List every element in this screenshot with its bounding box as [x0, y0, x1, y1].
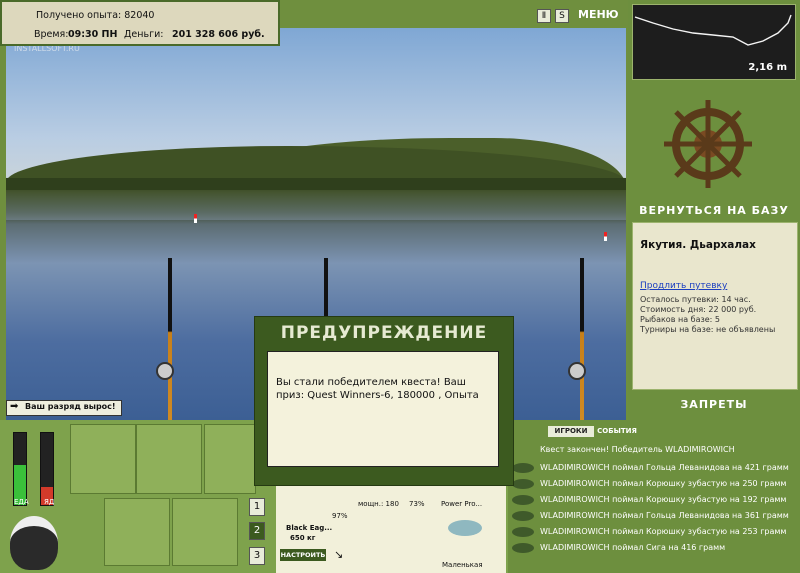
- rod-weight: 650 кг: [290, 534, 316, 542]
- money-value: 201 328 606 руб.: [172, 29, 265, 40]
- lure-name: Power Pro...: [441, 500, 483, 508]
- log-entry: WLADIMIROWICH поймал Корюшку зубастую на…: [540, 527, 787, 536]
- fishing-rod-right[interactable]: [580, 258, 584, 420]
- tackle-box-slot[interactable]: [70, 424, 136, 494]
- poison-meter: [40, 432, 54, 506]
- ship-wheel-icon[interactable]: [660, 96, 756, 192]
- log-entry: WLADIMIROWICH поймал Корюшку зубастую на…: [540, 495, 787, 504]
- extend-trip-link[interactable]: Продлить путевку: [640, 281, 727, 291]
- fishing-rod-left[interactable]: [168, 258, 172, 420]
- back-to-base-button[interactable]: ВЕРНУТЬСЯ НА БАЗУ: [630, 204, 798, 217]
- list-item: WLADIMIROWICH поймал Корюшку зубастую на…: [510, 524, 798, 540]
- float-left: [194, 214, 197, 223]
- setup-button-label: НАСТРОИТЬ: [280, 551, 326, 559]
- dialog-message: Вы стали победителем квеста! Ваш приз: Q…: [276, 377, 479, 401]
- events-list[interactable]: Квест закончен! Победитель WLADIMIROWICH…: [510, 440, 798, 570]
- page-1-button[interactable]: 1: [249, 498, 265, 516]
- float-right: [604, 232, 607, 241]
- net-slot[interactable]: [204, 424, 256, 494]
- tab-events[interactable]: СОБЫТИЯ: [596, 426, 638, 437]
- info-line: Турниры на базе: не объявлены: [640, 325, 776, 334]
- rod-name: Black Eag...: [286, 524, 333, 532]
- list-item: WLADIMIROWICH поймал Корюшку зубастую на…: [510, 476, 798, 492]
- player-stats-panel: Получено опыта: 82040 Время: 09:30 ПН Де…: [0, 0, 280, 46]
- list-item: WLADIMIROWICH поймал Сига на 416 грамм: [510, 540, 798, 556]
- log-entry: WLADIMIROWICH поймал Гольца Леванидова н…: [540, 463, 789, 472]
- time-label: Время:: [34, 29, 69, 40]
- tab-players[interactable]: ИГРОКИ: [548, 426, 594, 437]
- log-entry: WLADIMIROWICH поймал Сига на 416 грамм: [540, 543, 726, 552]
- food-label: ЕДА: [14, 498, 29, 506]
- dialog-body: Вы стали победителем квеста! Ваш приз: Q…: [267, 351, 499, 467]
- list-item: WLADIMIROWICH поймал Гольца Леванидова н…: [510, 508, 798, 524]
- location-info: Якутия. Дьархалах Продлить путевку Остал…: [632, 222, 798, 390]
- log-entry: WLADIMIROWICH поймал Гольца Леванидова н…: [540, 511, 789, 520]
- list-item: WLADIMIROWICH поймал Корюшку зубастую на…: [510, 492, 798, 508]
- fish-icon: [512, 495, 534, 505]
- arrow-right-icon: ➡: [10, 401, 19, 412]
- depth-map: 2,16 m: [632, 4, 796, 80]
- bans-button[interactable]: ЗАПРЕТЫ: [630, 398, 798, 411]
- list-item: Квест закончен! Победитель WLADIMIROWICH: [510, 442, 798, 458]
- arrow-icon[interactable]: ↘: [334, 548, 343, 561]
- money-label: Деньги:: [124, 29, 164, 40]
- pause-icon[interactable]: Ⅱ: [537, 9, 551, 23]
- reel-left-icon: [156, 362, 174, 380]
- cauldron-icon[interactable]: [10, 516, 58, 570]
- reel-percent: 73%: [409, 500, 425, 508]
- info-line: Рыбаков на базе: 5: [640, 315, 720, 324]
- info-line: Стоимость дня: 22 000 руб.: [640, 305, 757, 314]
- tree-line: [6, 178, 626, 190]
- rank-up-notice[interactable]: ➡ Ваш разряд вырос!: [6, 400, 122, 416]
- rank-up-text: Ваш разряд вырос!: [25, 402, 116, 411]
- depth-value: 2,16 m: [748, 62, 787, 73]
- list-item: WLADIMIROWICH поймал Гольца Леванидова н…: [510, 460, 798, 476]
- fish-icon: [512, 479, 534, 489]
- page-3-button[interactable]: 3: [249, 547, 265, 565]
- fish-icon: [512, 543, 534, 553]
- warning-dialog[interactable]: ПРЕДУПРЕЖДЕНИЕ Вы стали победителем квес…: [254, 316, 514, 486]
- setup-button[interactable]: НАСТРОИТЬ: [280, 549, 326, 561]
- page-2-button[interactable]: 2: [249, 522, 265, 540]
- time-value: 09:30 ПН: [68, 29, 118, 40]
- fish-icon: [512, 527, 534, 537]
- experience-label: Получено опыта: 82040: [36, 10, 155, 21]
- bait-bag-slot[interactable]: [136, 424, 202, 494]
- lure-icon[interactable]: [448, 520, 482, 536]
- poison-label: ЯД: [44, 498, 55, 506]
- fish-icon: [512, 463, 534, 473]
- menu-button[interactable]: МЕНЮ: [578, 8, 619, 21]
- sound-icon[interactable]: S: [555, 9, 569, 23]
- bucket-slot[interactable]: [172, 498, 238, 566]
- rod-percent: 97%: [332, 512, 348, 520]
- veggie-basket-slot[interactable]: [104, 498, 170, 566]
- log-entry: WLADIMIROWICH поймал Корюшку зубастую на…: [540, 479, 787, 488]
- reel-right-icon: [568, 362, 586, 380]
- bait-name: Маленькая: [442, 561, 483, 569]
- reel-text: мощн.: 180: [358, 500, 399, 508]
- location-title: Якутия. Дьархалах: [640, 239, 756, 251]
- log-entry: Квест закончен! Победитель WLADIMIROWICH: [540, 445, 735, 454]
- food-meter: [13, 432, 27, 506]
- dialog-title: ПРЕДУПРЕЖДЕНИЕ: [280, 323, 488, 343]
- rod-setup-panel: Black Eag... 650 кг 97% мощн.: 180 73% P…: [276, 480, 506, 573]
- info-line: Осталось путевки: 14 час.: [640, 295, 751, 304]
- fish-icon: [512, 511, 534, 521]
- water-reflection: [6, 190, 626, 220]
